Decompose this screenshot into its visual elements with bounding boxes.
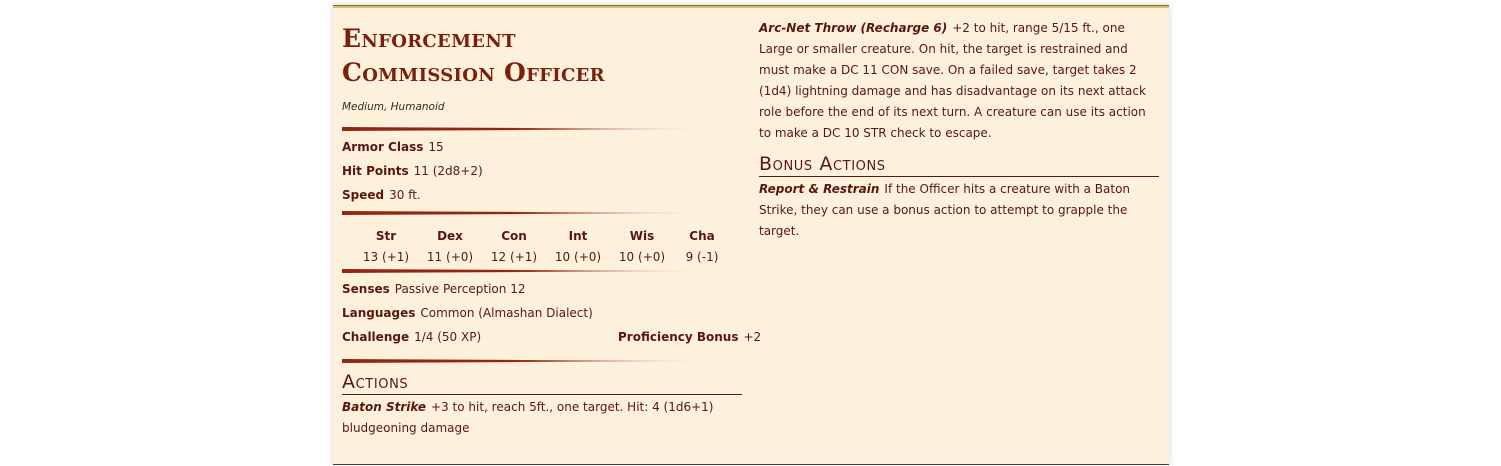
divider-rule xyxy=(342,269,712,273)
armor-class-label: Armor Class xyxy=(342,140,424,154)
actions-heading: Actions xyxy=(342,370,742,395)
senses-line: Senses Passive Perception 12 xyxy=(342,282,525,296)
speed-value: 30 ft. xyxy=(389,188,421,202)
divider-rule xyxy=(342,359,712,363)
speed-label: Speed xyxy=(342,188,385,202)
ability-cha: Cha 9 (-1) xyxy=(670,229,734,264)
ability-score: 10 (+0) xyxy=(618,250,666,264)
ability-score: 10 (+0) xyxy=(554,250,602,264)
ability-wis: Wis 10 (+0) xyxy=(610,229,674,264)
action-name: Report & Restrain xyxy=(759,182,880,196)
monster-name-line2: Commission Officer xyxy=(342,58,605,87)
hit-points-line: Hit Points 11 (2d8+2) xyxy=(342,164,483,178)
stat-block: Enforcement Commission Officer Medium, H… xyxy=(333,5,1169,465)
action-baton-strike: Baton Strike +3 to hit, reach 5ft., one t… xyxy=(342,397,742,439)
divider-rule xyxy=(342,127,712,131)
action-name: Arc-Net Throw (Recharge 6) xyxy=(759,21,948,35)
bonus-actions-heading: Bonus Actions xyxy=(759,152,1159,177)
hit-points-label: Hit Points xyxy=(342,164,409,178)
proficiency-label: Proficiency Bonus xyxy=(618,330,739,344)
hit-points-value: 11 (2d8+2) xyxy=(413,164,483,178)
bonus-action-report-restrain: Report & Restrain If the Officer hits a c… xyxy=(759,179,1159,242)
ability-name: Con xyxy=(501,229,527,243)
ability-name: Dex xyxy=(437,229,463,243)
ability-score: 12 (+1) xyxy=(490,250,538,264)
ability-score: 13 (+1) xyxy=(362,250,410,264)
speed-line: Speed 30 ft. xyxy=(342,188,421,202)
ability-score: 9 (-1) xyxy=(685,250,719,264)
senses-value: Passive Perception 12 xyxy=(394,282,526,296)
monster-subtype: Medium, Humanoid xyxy=(342,101,445,113)
action-text: +2 to hit, range 5/15 ft., one Large or … xyxy=(759,21,1146,140)
armor-class-value: 15 xyxy=(428,140,444,154)
armor-class-line: Armor Class 15 xyxy=(342,140,444,154)
ability-score: 11 (+0) xyxy=(426,250,474,264)
ability-con: Con 12 (+1) xyxy=(482,229,546,264)
ability-name: Str xyxy=(375,229,397,243)
divider-rule xyxy=(342,211,712,215)
ability-str: Str 13 (+1) xyxy=(354,229,418,264)
languages-value: Common (Almashan Dialect) xyxy=(420,306,593,320)
ability-int: Int 10 (+0) xyxy=(546,229,610,264)
ability-name: Cha xyxy=(689,229,715,243)
ability-dex: Dex 11 (+0) xyxy=(418,229,482,264)
proficiency-line: Proficiency Bonus +2 xyxy=(618,330,761,344)
action-arc-net-throw: Arc-Net Throw (Recharge 6) +2 to hit, ran… xyxy=(759,18,1161,144)
monster-name-line1: Enforcement xyxy=(342,24,516,53)
ability-name: Int xyxy=(568,229,588,243)
proficiency-value: +2 xyxy=(743,330,762,344)
senses-label: Senses xyxy=(342,282,390,296)
languages-label: Languages xyxy=(342,306,416,320)
challenge-value: 1/4 (50 XP) xyxy=(414,330,482,344)
ability-name: Wis xyxy=(629,229,655,243)
monster-name: Enforcement Commission Officer xyxy=(342,22,742,90)
languages-line: Languages Common (Almashan Dialect) xyxy=(342,306,593,320)
challenge-line: Challenge 1/4 (50 XP) xyxy=(342,330,481,344)
challenge-label: Challenge xyxy=(342,330,410,344)
action-name: Baton Strike xyxy=(342,400,427,414)
